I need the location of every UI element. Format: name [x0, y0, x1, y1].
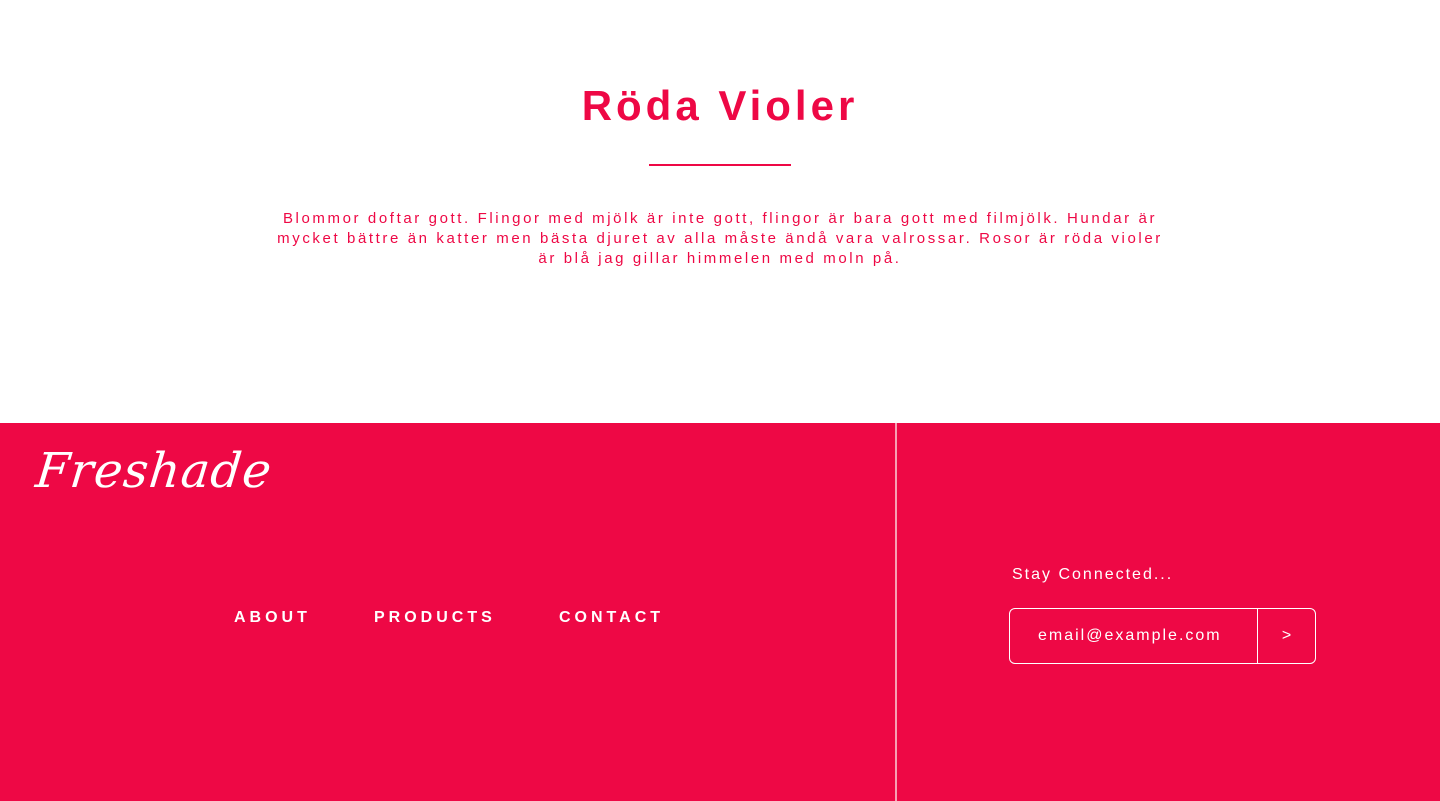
hero-title: Röda Violer — [581, 82, 859, 129]
newsletter-heading: Stay Connected... — [1012, 566, 1174, 583]
title-divider — [649, 164, 791, 166]
hero-section: Röda Violer Blommor doftar gott. Flingor… — [0, 0, 1440, 423]
hero-description: Blommor doftar gott. Flingor med mjölk ä… — [277, 210, 1163, 267]
nav-link-about[interactable]: ABOUT — [234, 609, 311, 627]
newsletter-form: > — [1009, 608, 1316, 664]
footer: Freshade ABOUT PRODUCTS CONTACT Stay Con… — [0, 423, 1440, 801]
nav-link-products[interactable]: PRODUCTS — [374, 609, 496, 627]
brand-logo[interactable]: Freshade — [33, 443, 275, 499]
nav-link-contact[interactable]: CONTACT — [559, 609, 664, 627]
subscribe-submit-button[interactable]: > — [1257, 609, 1315, 663]
footer-vertical-divider — [895, 423, 897, 801]
email-input[interactable] — [1010, 609, 1258, 663]
